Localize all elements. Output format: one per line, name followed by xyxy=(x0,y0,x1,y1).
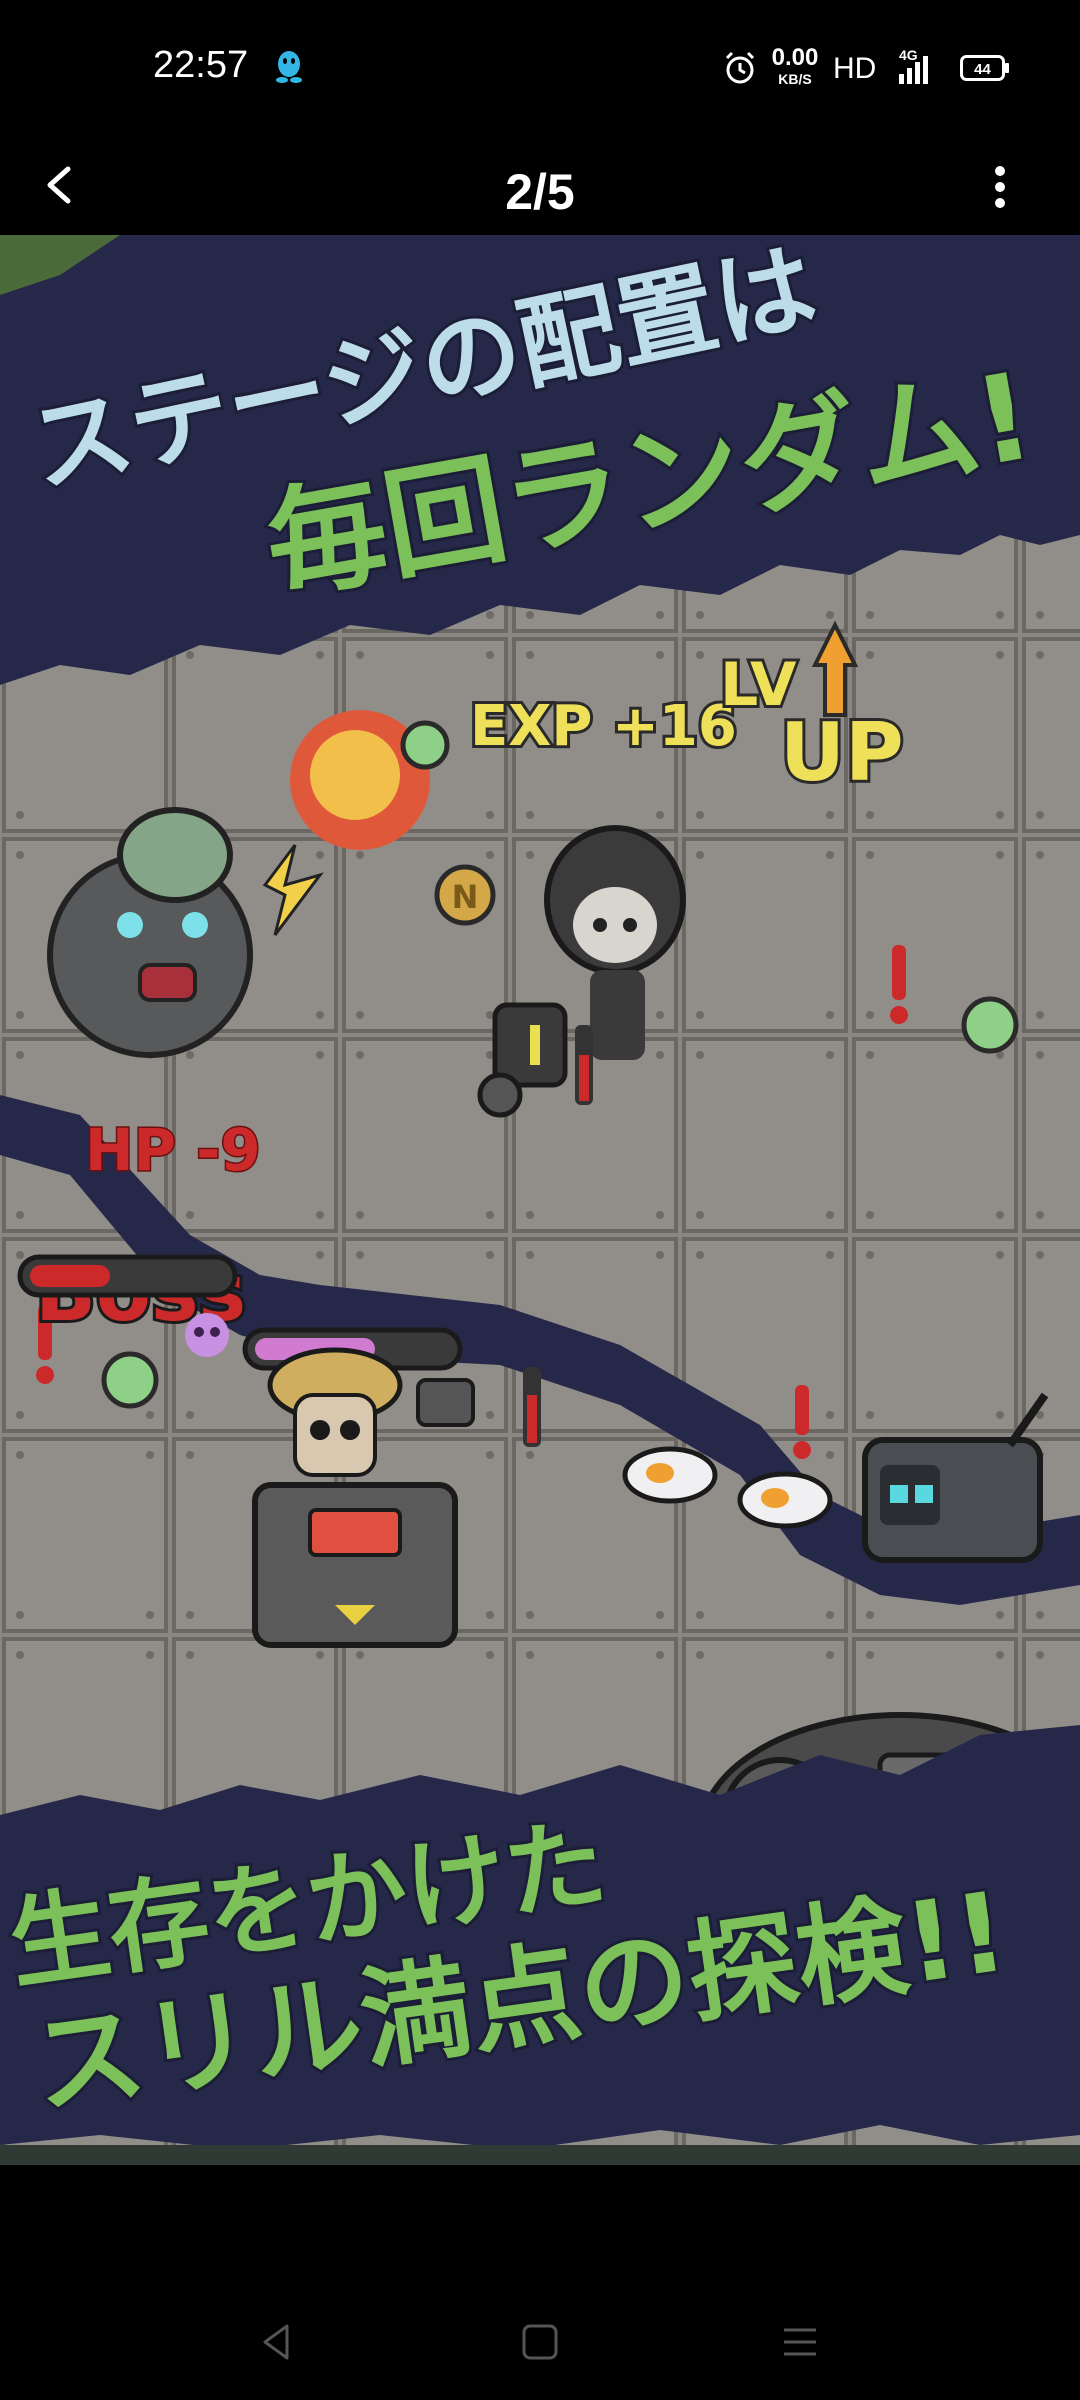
network-speed-unit: KB/S xyxy=(778,71,812,87)
alarm-icon xyxy=(725,51,755,84)
more-options-icon[interactable] xyxy=(982,163,1018,211)
coin: N xyxy=(434,864,496,926)
exp-orb-left xyxy=(101,1351,159,1409)
game-promo-art: ステージの配置は 毎回ランダム! EXP +16 LV UP N HP -9 生… xyxy=(0,235,1080,2165)
nav-home-icon[interactable] xyxy=(518,2320,562,2364)
battery-level: 44 xyxy=(974,61,991,78)
network-type-label: 4G xyxy=(899,47,918,63)
status-bar: 22:57 0.00 KB/S HD 4G 44 xyxy=(0,0,1080,135)
exp-gain-text: EXP +16 xyxy=(470,694,737,759)
hd-label: HD xyxy=(833,52,877,85)
hp-damage-text: HP -9 xyxy=(85,1116,261,1184)
qq-icon xyxy=(276,51,302,83)
network-speed-value: 0.00 xyxy=(771,44,819,71)
signal-4g-icon: 4G xyxy=(899,47,928,84)
nav-recents-icon[interactable] xyxy=(778,2320,822,2364)
exp-orb-right xyxy=(961,996,1019,1054)
image-viewer-toolbar: 2/5 xyxy=(0,135,1080,235)
coin-letter: N xyxy=(452,878,479,916)
nav-back-icon[interactable] xyxy=(255,2320,299,2364)
screenshot-image[interactable]: ステージの配置は 毎回ランダム! EXP +16 LV UP N HP -9 生… xyxy=(0,235,1080,2165)
skull-icon xyxy=(185,1313,229,1357)
treasure-chest xyxy=(252,1482,458,1648)
status-time: 22:57 xyxy=(153,44,249,86)
battery-icon: 44 xyxy=(960,55,1009,81)
lvup-up-text: UP xyxy=(780,706,904,799)
boss-hp-fill xyxy=(30,1265,110,1287)
exp-orb xyxy=(400,720,450,770)
system-navigation-bar xyxy=(0,2165,1080,2400)
page-counter: 2/5 xyxy=(505,164,575,220)
network-speed: 0.00 KB/S xyxy=(770,44,820,87)
